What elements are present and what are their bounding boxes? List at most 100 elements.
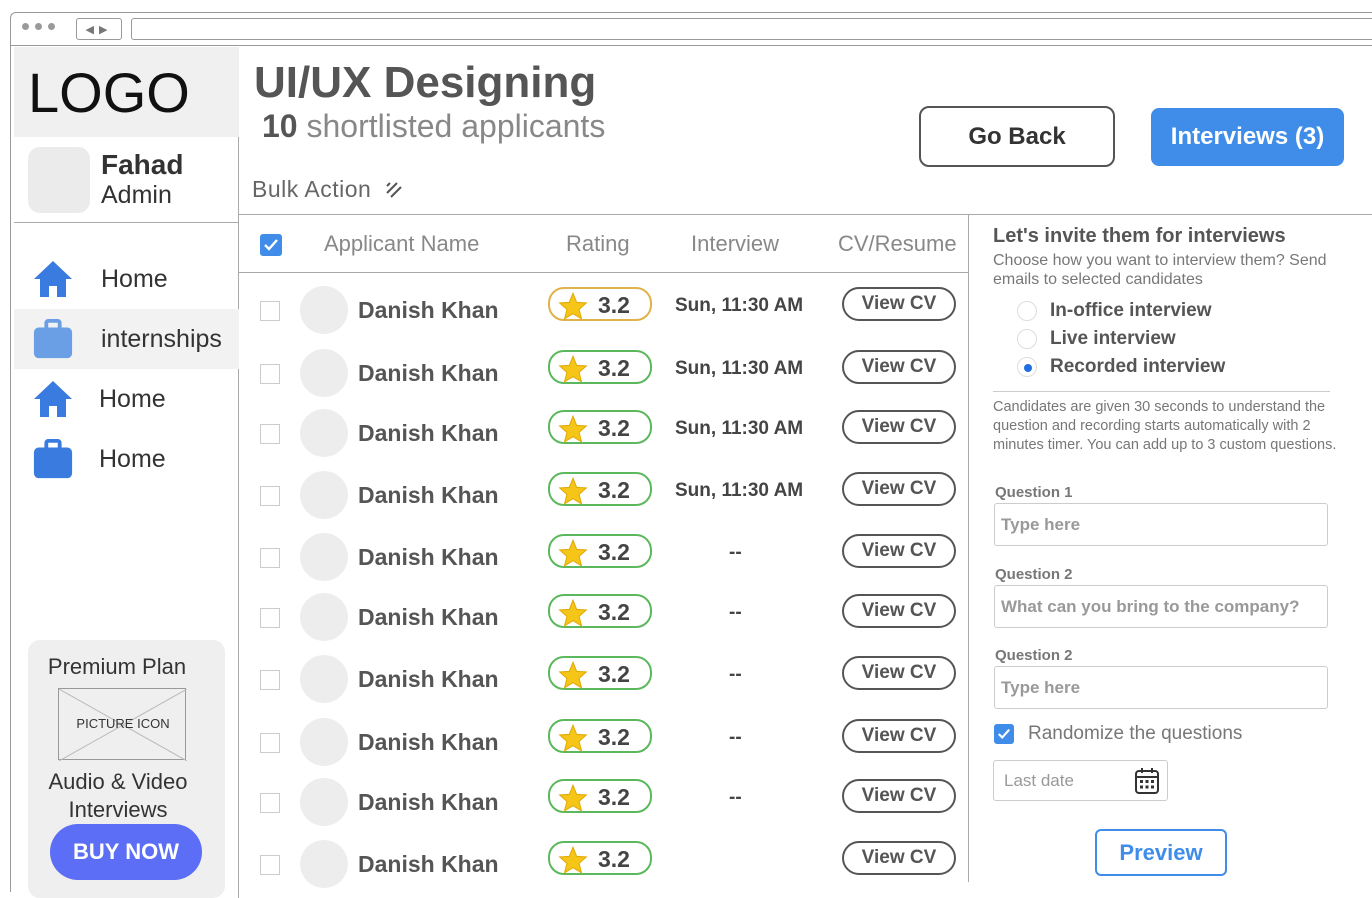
interview-time: -- [729, 727, 742, 748]
logo[interactable]: LOGO [14, 47, 239, 137]
rating-value: 3.2 [598, 724, 630, 750]
column-header-interview[interactable]: Interview [691, 231, 779, 257]
sidebar-item-label: Home [99, 384, 166, 413]
column-header-name[interactable]: Applicant Name [324, 231, 479, 257]
applicant-name[interactable]: Danish Khan [358, 789, 499, 816]
star-icon [558, 354, 588, 388]
radio-button-selected[interactable] [1017, 357, 1037, 377]
view-cv-button[interactable]: View CV [842, 534, 956, 568]
bulk-action-button[interactable]: Bulk Action [252, 176, 403, 203]
star-icon [558, 476, 588, 510]
applicant-name[interactable]: Danish Khan [358, 604, 499, 631]
avatar [300, 655, 348, 703]
applicant-name[interactable]: Danish Khan [358, 544, 499, 571]
go-back-button[interactable]: Go Back [919, 106, 1115, 167]
view-cv-button[interactable]: View CV [842, 719, 956, 753]
picture-label: PICTURE ICON [76, 716, 170, 731]
question-1-input[interactable] [994, 503, 1328, 546]
applicant-name[interactable]: Danish Khan [358, 851, 499, 878]
option-in-office[interactable]: In-office interview [1017, 299, 1212, 323]
rating-badge: 3.2 [548, 410, 652, 444]
rating-value: 3.2 [598, 784, 630, 810]
rating-badge: 3.2 [548, 287, 652, 321]
rating-value: 3.2 [598, 415, 630, 441]
row-checkbox[interactable] [260, 670, 280, 690]
rating-badge: 3.2 [548, 534, 652, 568]
sidebar: LOGO Fahad Admin Home internships Home H… [14, 47, 239, 898]
view-cv-button[interactable]: View CV [842, 841, 956, 875]
calendar-icon[interactable] [1133, 766, 1161, 796]
view-cv-button[interactable]: View CV [842, 287, 956, 321]
sidebar-item-home[interactable]: Home [14, 249, 239, 309]
avatar [300, 409, 348, 457]
randomize-checkbox[interactable] [994, 724, 1014, 744]
option-live[interactable]: Live interview [1017, 327, 1176, 351]
row-checkbox[interactable] [260, 733, 280, 753]
option-recorded[interactable]: Recorded interview [1017, 355, 1225, 379]
applicant-name[interactable]: Danish Khan [358, 666, 499, 693]
address-bar[interactable] [131, 18, 1372, 40]
interviews-button[interactable]: Interviews (3) [1151, 108, 1344, 166]
row-checkbox[interactable] [260, 855, 280, 875]
star-icon [558, 783, 588, 817]
applicant-name[interactable]: Danish Khan [358, 482, 499, 509]
window-close-dot[interactable] [22, 23, 29, 30]
select-all-checkbox[interactable] [260, 234, 282, 256]
row-checkbox[interactable] [260, 793, 280, 813]
randomize-option[interactable]: Randomize the questions [994, 723, 1242, 745]
question-3-input[interactable] [994, 666, 1328, 709]
rating-badge: 3.2 [548, 472, 652, 506]
table-row: Danish Khan 3.2 -- View CV [239, 528, 969, 588]
column-header-cv[interactable]: CV/Resume [838, 231, 957, 257]
row-checkbox[interactable] [260, 486, 280, 506]
view-cv-button[interactable]: View CV [842, 472, 956, 506]
option-label: Live interview [1050, 328, 1176, 349]
view-cv-button[interactable]: View CV [842, 350, 956, 384]
page-subtitle: 10 shortlisted applicants [262, 108, 605, 145]
window-controls[interactable] [22, 23, 55, 30]
divider [239, 272, 969, 273]
user-profile[interactable]: Fahad Admin [14, 137, 239, 223]
interview-time: -- [729, 787, 742, 808]
sidebar-item-home-2[interactable]: Home [14, 369, 239, 429]
star-icon [558, 660, 588, 694]
applicant-name[interactable]: Danish Khan [358, 420, 499, 447]
applicant-name[interactable]: Danish Khan [358, 729, 499, 756]
recording-note: Candidates are given 30 seconds to under… [993, 399, 1337, 453]
premium-title: Premium Plan [47, 654, 187, 679]
randomize-label: Randomize the questions [1028, 723, 1243, 744]
applicant-name[interactable]: Danish Khan [358, 297, 499, 324]
row-checkbox[interactable] [260, 301, 280, 321]
rating-value: 3.2 [598, 477, 630, 503]
window-maximize-dot[interactable] [48, 23, 55, 30]
view-cv-button[interactable]: View CV [842, 779, 956, 813]
table-row: Danish Khan 3.2 Sun, 11:30 AM View CV [239, 344, 969, 404]
last-date-picker[interactable]: Last date [993, 760, 1168, 801]
star-icon [558, 414, 588, 448]
row-checkbox[interactable] [260, 364, 280, 384]
rating-value: 3.2 [598, 292, 630, 318]
sidebar-item-home-3[interactable]: Home [14, 429, 239, 489]
row-checkbox[interactable] [260, 608, 280, 628]
edit-icon [386, 181, 403, 198]
back-forward-buttons[interactable]: ◀▶ [76, 18, 122, 40]
rating-badge: 3.2 [548, 594, 652, 628]
question-2-input[interactable] [994, 585, 1328, 628]
buy-now-button[interactable]: BUY NOW [50, 824, 202, 880]
preview-button[interactable]: Preview [1095, 829, 1227, 876]
sidebar-item-internships[interactable]: internships [14, 309, 239, 369]
row-checkbox[interactable] [260, 424, 280, 444]
column-header-rating[interactable]: Rating [566, 231, 630, 257]
rating-value: 3.2 [598, 539, 630, 565]
row-checkbox[interactable] [260, 548, 280, 568]
view-cv-button[interactable]: View CV [842, 656, 956, 690]
view-cv-button[interactable]: View CV [842, 594, 956, 628]
view-cv-button[interactable]: View CV [842, 410, 956, 444]
avatar [300, 533, 348, 581]
applicant-name[interactable]: Danish Khan [358, 360, 499, 387]
star-icon [558, 845, 588, 879]
window-minimize-dot[interactable] [35, 23, 42, 30]
radio-button[interactable] [1017, 329, 1037, 349]
radio-button[interactable] [1017, 301, 1037, 321]
briefcase-icon [32, 318, 74, 360]
